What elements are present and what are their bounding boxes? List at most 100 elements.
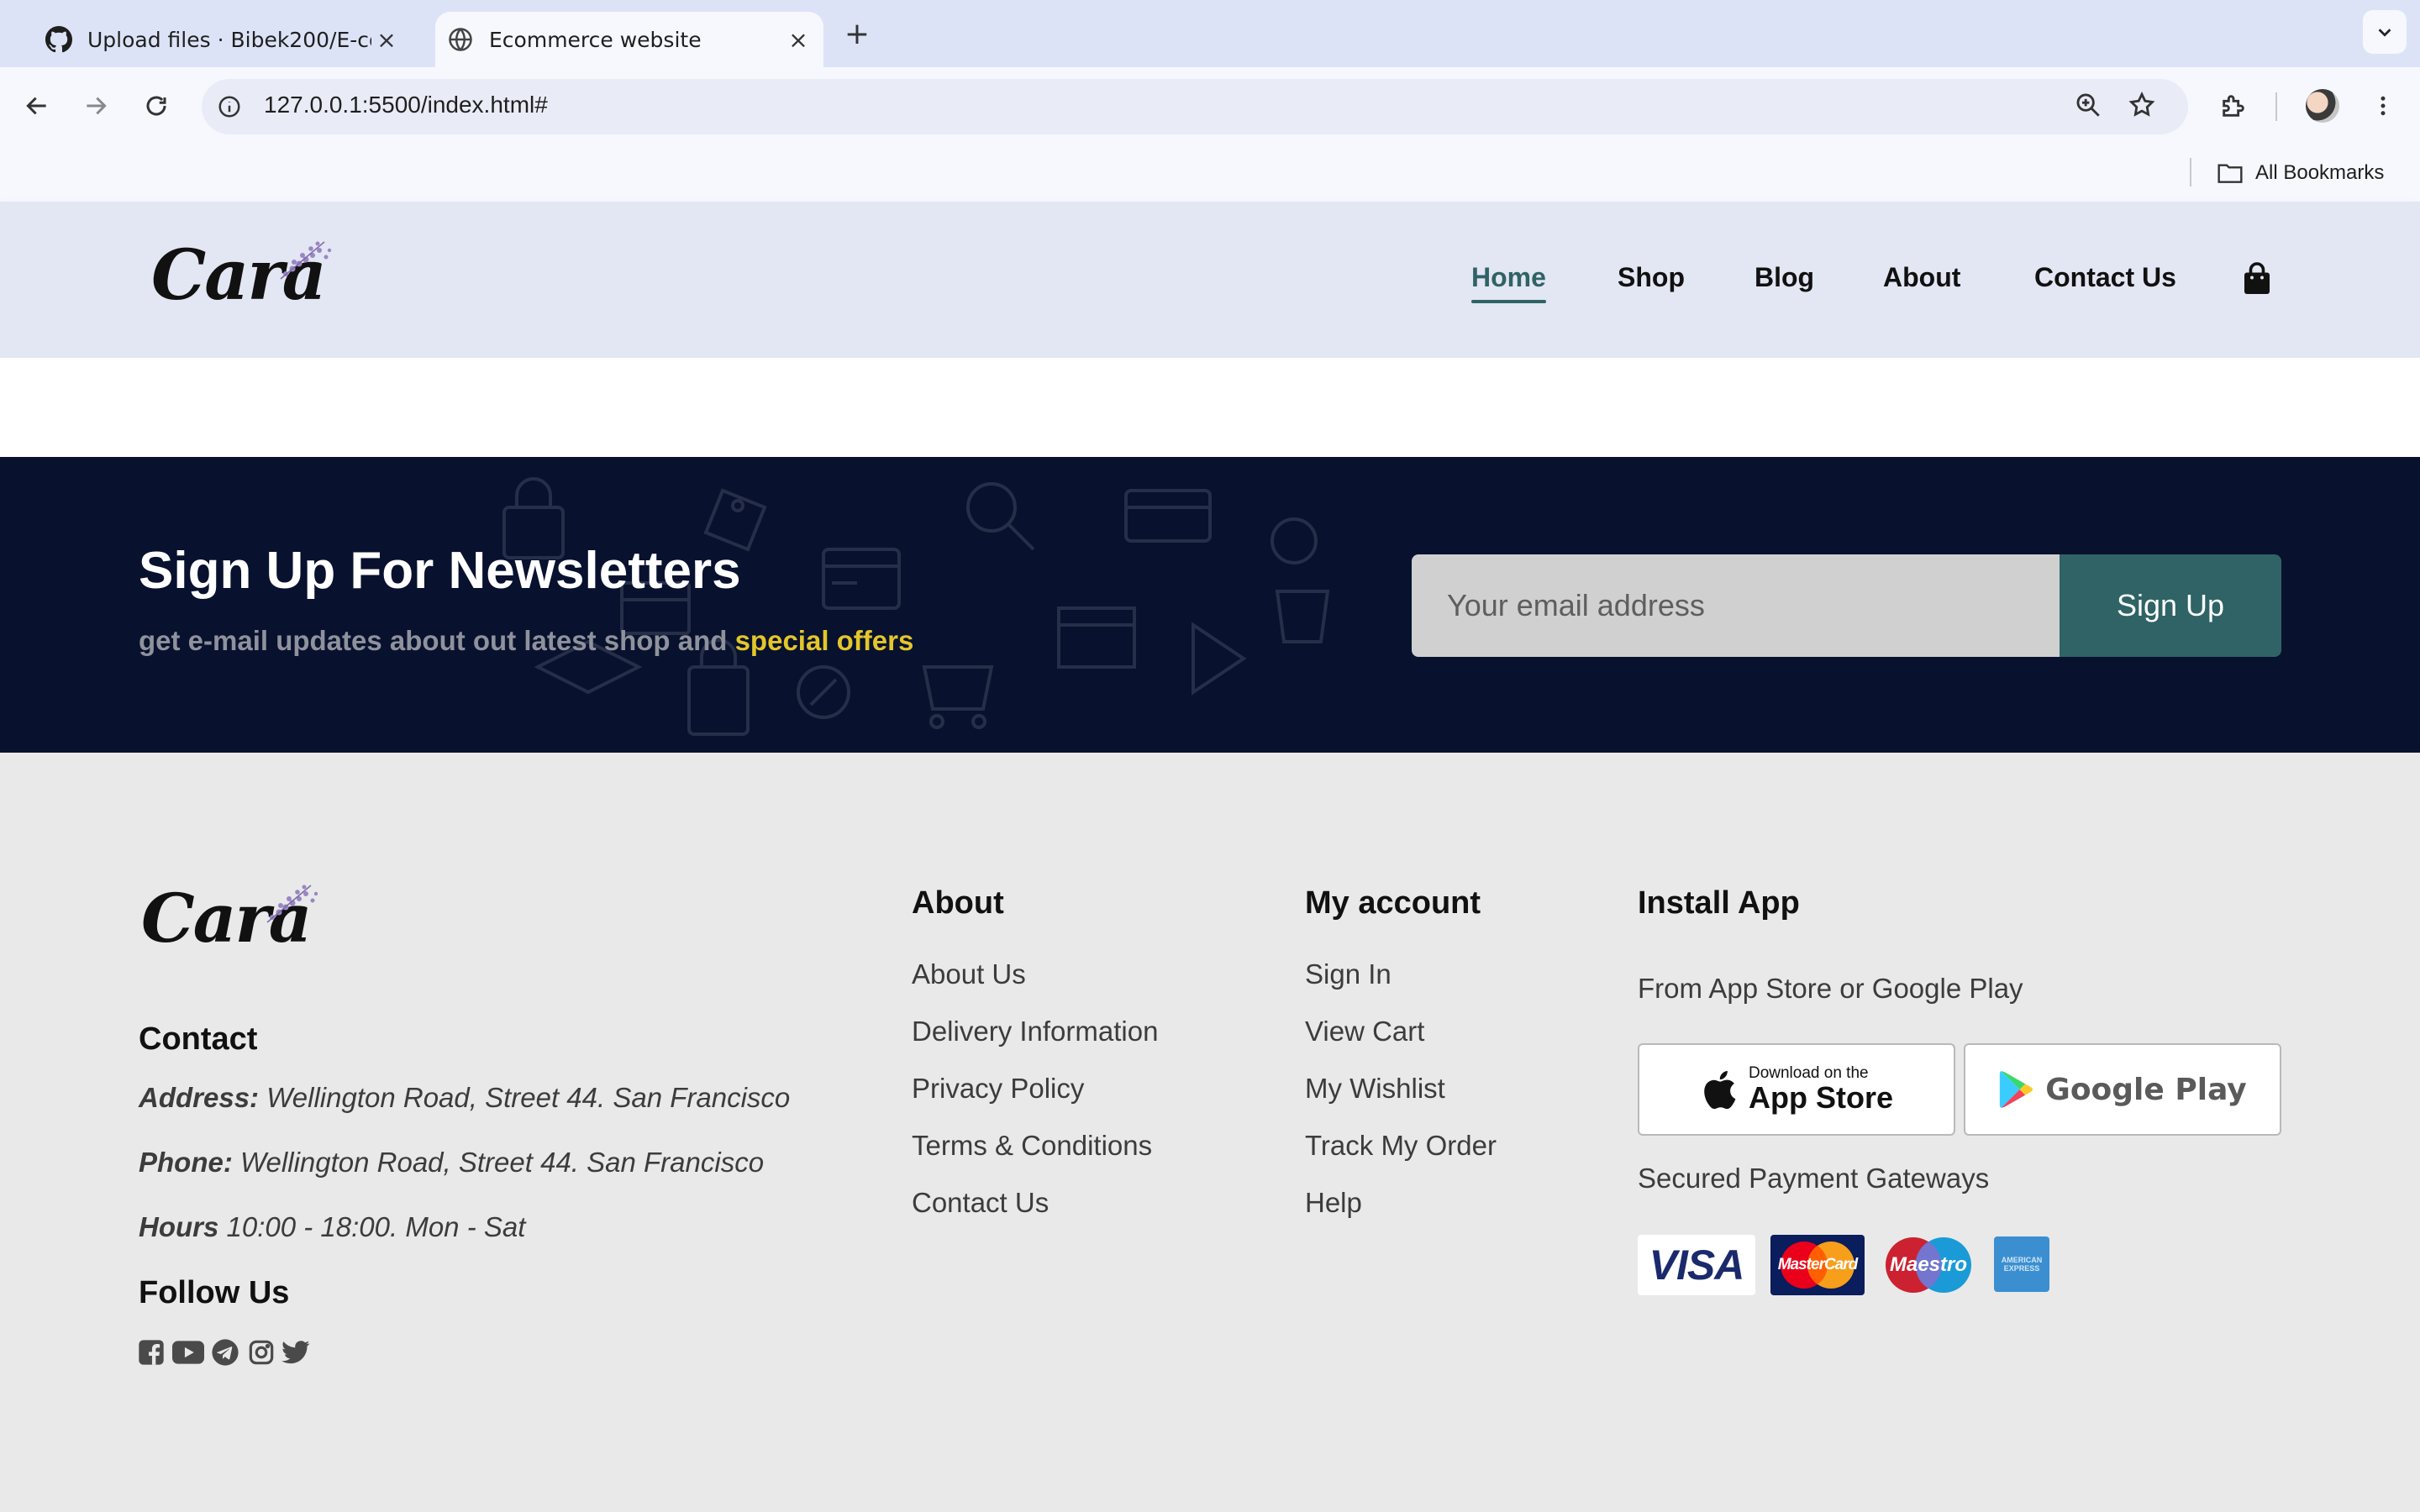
new-tab-button[interactable]: + [840,15,874,52]
tab-title: Upload files · Bibek200/E-com [87,27,371,52]
bookmarks-bar: All Bookmarks [0,144,2420,202]
extensions-button[interactable] [2213,86,2254,126]
newsletter-signup-button[interactable]: Sign Up [2060,554,2281,657]
site-footer: Cara Contact Address: Wellington Road, S… [0,753,2420,1512]
nav-home[interactable]: Home [1471,262,1546,303]
app-store-button[interactable]: Download on the App Store [1638,1043,1955,1136]
apple-icon [1704,1070,1736,1110]
folder-icon [2217,161,2244,185]
forward-button[interactable] [76,86,116,126]
content-spacer [0,358,2420,457]
hours-value: 10:00 - 18:00. Mon - Sat [226,1211,526,1242]
google-play-button[interactable]: Google Play [1964,1043,2281,1136]
about-heading: About [912,885,1004,921]
arrow-right-icon [87,97,107,115]
toolbar-divider [2275,92,2277,121]
facebook-icon[interactable] [136,1337,166,1368]
footer-link-contact-us[interactable]: Contact Us [912,1187,1049,1219]
contact-address: Address: Wellington Road, Street 44. San… [139,1082,790,1114]
instagram-icon[interactable] [246,1337,276,1368]
close-tab-icon[interactable]: × [783,24,813,55]
footer-logo[interactable]: Cara [141,879,318,958]
footer-link-sign-in[interactable]: Sign In [1305,958,1392,990]
address-label: Address: [139,1082,260,1113]
puzzle-icon [2223,95,2244,117]
tab-github-upload[interactable]: Upload files · Bibek200/E-com × [34,12,412,67]
youtube-icon[interactable] [171,1337,205,1368]
mastercard-icon: MasterCard [1770,1235,1865,1295]
tab-ecommerce-website[interactable]: Ecommerce website × [435,12,823,67]
newsletter-subtitle: get e-mail updates about out latest shop… [139,625,913,657]
contact-heading: Contact [139,1021,258,1057]
profile-button[interactable] [2302,86,2343,126]
more-vert-icon [2381,96,2386,116]
nav-about[interactable]: About [1883,262,1960,293]
hours-label: Hours [139,1211,219,1242]
browser-toolbar: 127.0.0.1:5500/index.html# [0,67,2420,144]
amex-label: AMERICAN EXPRESS [2001,1256,2043,1273]
newsletter-section: Sign Up For Newsletters get e-mail updat… [0,457,2420,753]
app-store-small-text: Download on the [1748,1064,1869,1082]
newsletter-email-input[interactable] [1412,554,2060,657]
footer-link-delivery-information[interactable]: Delivery Information [912,1016,1158,1047]
all-bookmarks-button[interactable]: All Bookmarks [2217,158,2384,188]
maestro-card-icon: Maestro [1880,1235,1977,1295]
mastercard-label: MasterCard [1777,1256,1859,1273]
phone-value: Wellington Road, Street 44. San Francisc… [240,1147,765,1178]
visa-card-icon: VISA [1638,1235,1755,1295]
footer-link-privacy-policy[interactable]: Privacy Policy [912,1073,1084,1105]
phone-label: Phone: [139,1147,233,1178]
close-tab-icon[interactable]: × [371,24,402,55]
american-express-icon: AMERICAN EXPRESS [1994,1236,2049,1292]
reload-button[interactable] [136,86,176,126]
footer-link-terms-conditions[interactable]: Terms & Conditions [912,1130,1152,1162]
lavender-sprig-icon [280,241,332,280]
url-text: 127.0.0.1:5500/index.html# [264,92,548,118]
address-bar[interactable]: 127.0.0.1:5500/index.html# [202,79,2188,134]
chevron-down-icon [2378,29,2391,37]
footer-link-my-wishlist[interactable]: My Wishlist [1305,1073,1445,1105]
browser-tab-strip: Upload files · Bibek200/E-com × Ecommerc… [0,0,2420,67]
site-logo[interactable]: Cara [151,235,332,316]
install-app-text: From App Store or Google Play [1638,973,2023,1004]
reload-icon [146,96,166,116]
nav-contact-us[interactable]: Contact Us [2034,262,2176,293]
footer-link-help[interactable]: Help [1305,1187,1362,1219]
payment-gateways-text: Secured Payment Gateways [1638,1163,1990,1194]
tab-title: Ecommerce website [489,27,702,52]
all-bookmarks-label: All Bookmarks [2255,161,2385,184]
footer-link-about-us[interactable]: About Us [912,958,1026,990]
shopping-bag-icon[interactable] [2242,262,2275,296]
shopping-pattern-background [502,477,1330,736]
tab-search-button[interactable] [2363,10,2407,54]
visa-label: VISA [1649,1242,1745,1289]
account-heading: My account [1305,885,1481,921]
nav-shop[interactable]: Shop [1618,262,1685,293]
globe-icon [447,26,474,53]
nav-blog[interactable]: Blog [1754,262,1814,293]
zoom-icon[interactable] [2074,91,2106,123]
github-icon [45,26,72,53]
newsletter-title: Sign Up For Newsletters [139,542,741,600]
lavender-sprig-icon [266,885,318,923]
newsletter-subtitle-text: get e-mail updates about out latest shop… [139,625,728,656]
newsletter-highlight: special offers [734,625,914,656]
site-info-icon[interactable] [213,91,245,123]
footer-link-track-my-order[interactable]: Track My Order [1305,1130,1497,1162]
install-app-heading: Install App [1638,885,1800,921]
footer-link-view-cart[interactable]: View Cart [1305,1016,1424,1047]
contact-phone: Phone: Wellington Road, Street 44. San F… [139,1147,764,1179]
arrow-left-icon [26,97,46,115]
app-store-text: App Store [1748,1080,1893,1115]
avatar [2306,89,2339,123]
follow-heading: Follow Us [139,1275,290,1310]
back-button[interactable] [17,86,57,126]
site-header: Cara Home Shop Blog About Contact Us [0,202,2420,358]
address-value: Wellington Road, Street 44. San Francisc… [266,1082,791,1113]
bookmark-star-icon[interactable] [2128,91,2160,123]
twitter-icon[interactable] [281,1337,311,1368]
telegram-icon[interactable] [210,1337,240,1368]
contact-hours: Hours 10:00 - 18:00. Mon - Sat [139,1211,525,1243]
bookmarks-divider [2190,158,2191,186]
browser-menu-button[interactable] [2363,86,2403,126]
